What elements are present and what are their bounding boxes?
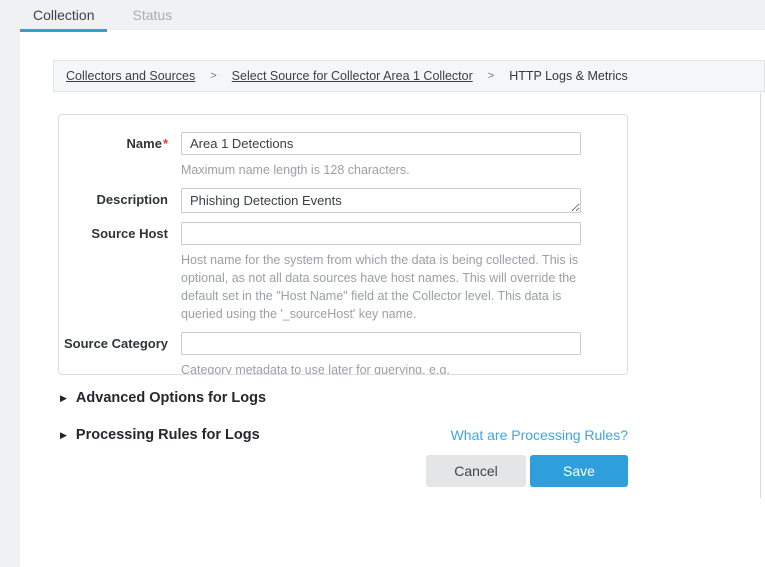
source-category-help-text: Category metadata to use later for query… bbox=[181, 361, 581, 375]
form-row-name: Name* Maximum name length is 128 charact… bbox=[59, 132, 627, 179]
source-category-input[interactable] bbox=[181, 332, 581, 355]
form-row-description: Description Phishing Detection Events bbox=[59, 188, 627, 213]
tab-collection[interactable]: Collection bbox=[20, 0, 107, 32]
collapsed-arrow-icon: ▶ bbox=[60, 431, 67, 440]
collapsed-arrow-icon: ▶ bbox=[60, 394, 67, 403]
cancel-button[interactable]: Cancel bbox=[426, 455, 526, 487]
name-label-text: Name bbox=[127, 136, 162, 151]
form-row-source-host: Source Host Host name for the system fro… bbox=[59, 222, 627, 323]
what-are-processing-rules-link[interactable]: What are Processing Rules? bbox=[451, 427, 628, 443]
processing-rules-section[interactable]: ▶ Processing Rules for Logs bbox=[60, 427, 260, 443]
description-label: Description bbox=[59, 188, 181, 213]
breadcrumb-separator: > bbox=[488, 70, 494, 82]
content-page: Collectors and Sources > Select Source f… bbox=[20, 30, 765, 567]
source-host-input[interactable] bbox=[181, 222, 581, 245]
save-button[interactable]: Save bbox=[530, 455, 628, 487]
advanced-options-section[interactable]: ▶ Advanced Options for Logs bbox=[60, 390, 266, 406]
tab-bar: Collection Status bbox=[0, 0, 765, 30]
breadcrumb-collectors-and-sources[interactable]: Collectors and Sources bbox=[66, 69, 195, 83]
content-right-border bbox=[760, 93, 761, 498]
breadcrumb-current-http-logs-metrics: HTTP Logs & Metrics bbox=[509, 69, 628, 83]
advanced-options-title: Advanced Options for Logs bbox=[76, 390, 266, 406]
breadcrumb: Collectors and Sources > Select Source f… bbox=[53, 60, 765, 92]
source-form-panel: Name* Maximum name length is 128 charact… bbox=[58, 114, 628, 375]
source-host-help-text: Host name for the system from which the … bbox=[181, 251, 581, 323]
processing-rules-title: Processing Rules for Logs bbox=[76, 427, 260, 443]
description-textarea[interactable]: Phishing Detection Events bbox=[181, 188, 581, 213]
form-row-source-category: Source Category Category metadata to use… bbox=[59, 332, 627, 375]
required-asterisk: * bbox=[163, 136, 168, 151]
name-help-text: Maximum name length is 128 characters. bbox=[181, 161, 581, 179]
processing-rules-row: ▶ Processing Rules for Logs What are Pro… bbox=[60, 427, 628, 443]
breadcrumb-separator: > bbox=[210, 70, 216, 82]
name-label: Name* bbox=[59, 132, 181, 179]
source-category-label: Source Category bbox=[59, 332, 181, 375]
source-host-label: Source Host bbox=[59, 222, 181, 323]
form-actions: Cancel Save bbox=[426, 455, 628, 487]
tab-status[interactable]: Status bbox=[119, 0, 185, 32]
breadcrumb-select-source[interactable]: Select Source for Collector Area 1 Colle… bbox=[232, 69, 473, 83]
name-input[interactable] bbox=[181, 132, 581, 155]
